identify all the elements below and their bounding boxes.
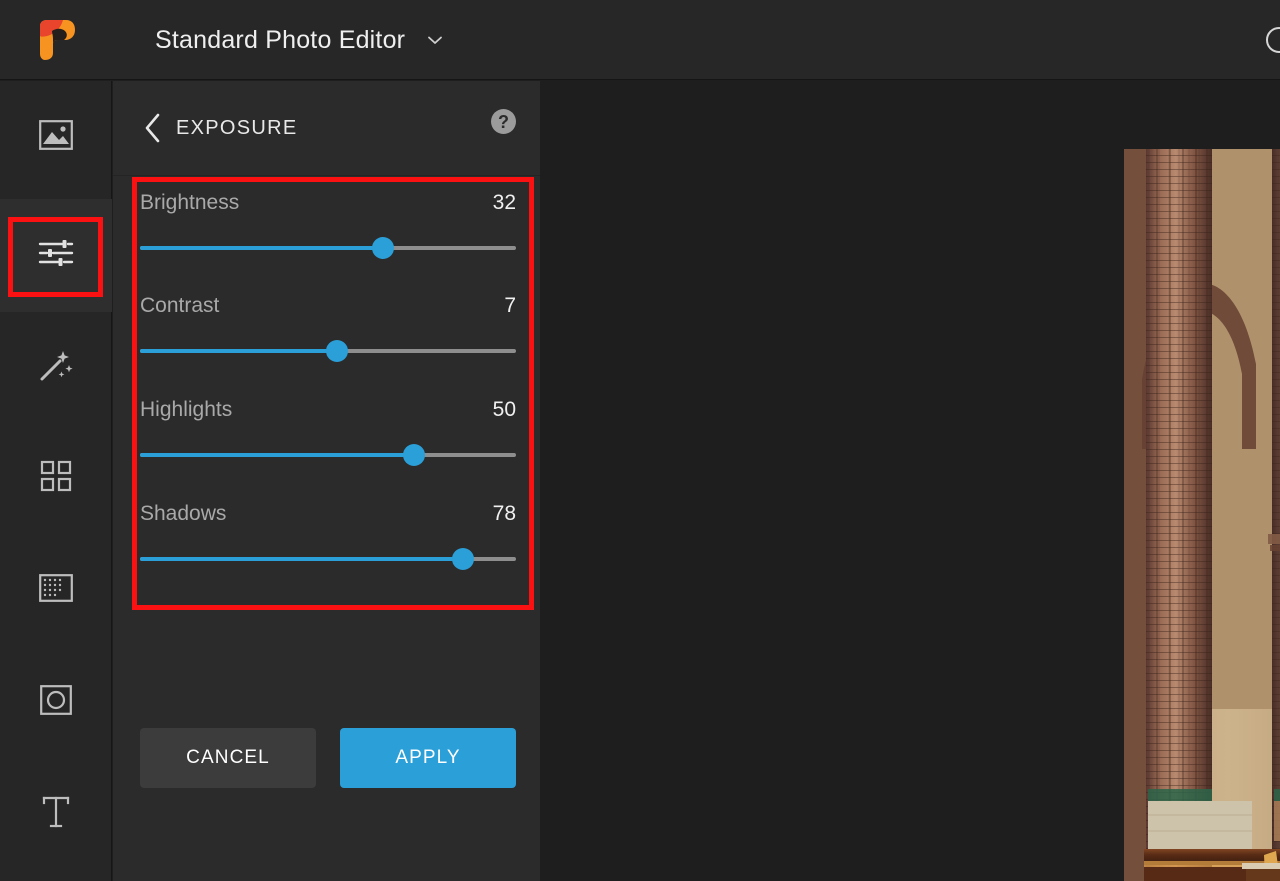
frame-icon xyxy=(40,685,72,720)
slider-track[interactable] xyxy=(140,340,516,362)
slider-track[interactable] xyxy=(140,444,516,466)
top-header-bar: Standard Photo Editor xyxy=(0,0,1280,80)
photo-editor-app: Standard Photo Editor xyxy=(0,0,1280,881)
slider-contrast[interactable]: Contrast 7 xyxy=(140,294,516,362)
slider-value: 78 xyxy=(493,502,516,526)
slider-label: Highlights xyxy=(140,398,232,422)
panel-header: EXPOSURE ? xyxy=(113,81,540,176)
image-icon xyxy=(39,120,73,155)
slider-header: Contrast 7 xyxy=(140,294,516,318)
slider-value: 50 xyxy=(493,398,516,422)
editor-logo[interactable] xyxy=(36,19,76,61)
panel-title: EXPOSURE xyxy=(176,109,298,147)
slider-shadows[interactable]: Shadows 78 xyxy=(140,502,516,570)
sidebar-item-photo[interactable] xyxy=(0,81,112,194)
slider-value: 32 xyxy=(493,191,516,215)
exposure-slider-list: Brightness 32 Contrast 7 xyxy=(113,177,540,709)
grid-icon xyxy=(40,460,72,497)
slider-thumb[interactable] xyxy=(372,237,394,259)
slider-track-fill xyxy=(140,557,463,561)
tool-rail xyxy=(0,81,112,881)
sidebar-item-adjustments[interactable] xyxy=(0,199,112,312)
panel-actions: CANCEL APPLY xyxy=(140,728,516,788)
magic-wand-icon xyxy=(39,348,73,387)
slider-track-fill xyxy=(140,246,383,250)
slider-header: Highlights 50 xyxy=(140,398,516,422)
exposure-panel: EXPOSURE ? Brightness 32 Contrast xyxy=(113,81,540,881)
sidebar-item-overlays[interactable] xyxy=(0,422,112,535)
slider-brightness[interactable]: Brightness 32 xyxy=(140,191,516,259)
chevron-left-icon[interactable] xyxy=(137,107,167,149)
slider-label: Contrast xyxy=(140,294,219,318)
slider-thumb[interactable] xyxy=(452,548,474,570)
slider-label: Brightness xyxy=(140,191,239,215)
slider-track-fill xyxy=(140,349,337,353)
sidebar-item-frames[interactable] xyxy=(0,646,112,759)
cancel-button[interactable]: CANCEL xyxy=(140,728,316,788)
text-icon xyxy=(41,795,71,834)
slider-thumb[interactable] xyxy=(403,444,425,466)
slider-header: Brightness 32 xyxy=(140,191,516,215)
chevron-down-icon[interactable] xyxy=(425,30,445,50)
header-right-controls xyxy=(1266,0,1280,80)
sliders-icon xyxy=(38,239,74,272)
sidebar-item-text[interactable] xyxy=(0,758,112,871)
app-title: Standard Photo Editor xyxy=(155,26,405,55)
image-canvas[interactable] xyxy=(541,81,1280,881)
slider-track[interactable] xyxy=(140,548,516,570)
texture-icon xyxy=(39,574,73,607)
help-icon[interactable]: ? xyxy=(491,109,516,134)
slider-track[interactable] xyxy=(140,237,516,259)
slider-highlights[interactable]: Highlights 50 xyxy=(140,398,516,466)
slider-thumb[interactable] xyxy=(326,340,348,362)
sidebar-item-textures[interactable] xyxy=(0,534,112,647)
slider-label: Shadows xyxy=(140,502,226,526)
app-title-dropdown[interactable]: Standard Photo Editor xyxy=(155,0,445,80)
slider-value: 7 xyxy=(504,294,516,318)
circle-icon[interactable] xyxy=(1266,27,1280,53)
slider-header: Shadows 78 xyxy=(140,502,516,526)
edited-photo[interactable] xyxy=(1124,149,1280,881)
sidebar-item-effects[interactable] xyxy=(0,311,112,424)
apply-button[interactable]: APPLY xyxy=(340,728,516,788)
slider-track-fill xyxy=(140,453,414,457)
